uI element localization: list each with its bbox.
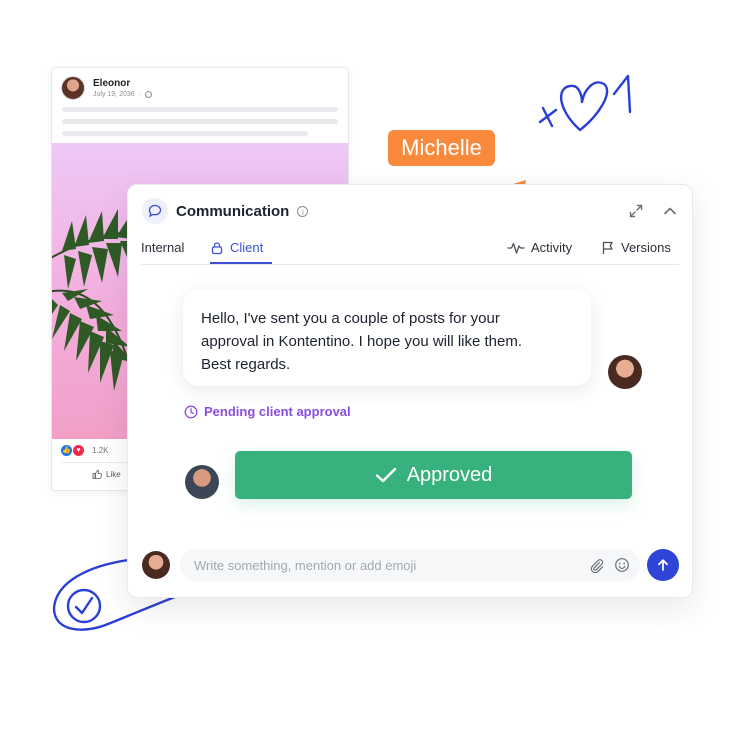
author-avatar bbox=[61, 76, 85, 100]
pending-status-label: Pending client approval bbox=[204, 404, 351, 419]
post-header: Eleonor July 19, 2036 · bbox=[61, 76, 152, 100]
expand-icon[interactable] bbox=[628, 203, 644, 219]
collaborator-name-tag: Michelle bbox=[388, 130, 495, 166]
post-date: July 19, 2036 bbox=[93, 91, 135, 98]
message-bubble: Hello, I've sent you a couple of posts f… bbox=[183, 290, 591, 386]
tab-client-label: Client bbox=[230, 240, 264, 255]
chevron-up-icon[interactable] bbox=[662, 203, 678, 219]
current-user-avatar bbox=[142, 551, 170, 579]
versions-button[interactable]: Versions bbox=[601, 240, 671, 255]
panel-header: Communication i bbox=[142, 198, 309, 224]
like-reaction-icon: 👍 bbox=[61, 445, 72, 456]
clock-icon bbox=[184, 405, 198, 418]
emoji-icon[interactable] bbox=[614, 557, 630, 573]
panel-window-controls bbox=[628, 203, 678, 219]
message-line: Best regards. bbox=[201, 356, 291, 373]
panel-title: Communication bbox=[176, 202, 290, 220]
approved-button[interactable]: Approved bbox=[235, 451, 632, 499]
message-line: approval in Kontentino. I hope you will … bbox=[201, 333, 523, 350]
approved-button-label: Approved bbox=[406, 463, 493, 486]
activity-label: Activity bbox=[531, 240, 573, 255]
activity-icon bbox=[507, 242, 525, 254]
check-icon bbox=[375, 467, 396, 483]
post-author-name: Eleonor bbox=[93, 78, 131, 89]
text-placeholder-line bbox=[62, 107, 338, 112]
paperclip-icon[interactable] bbox=[589, 558, 604, 573]
message-composer bbox=[180, 549, 640, 581]
tab-client[interactable]: Client bbox=[210, 240, 263, 255]
arrow-up-icon bbox=[658, 559, 668, 571]
love-reaction-icon: ♥ bbox=[73, 445, 84, 456]
reactions-count: 1.2K bbox=[92, 446, 109, 455]
text-placeholder-line bbox=[62, 119, 338, 124]
like-label: Like bbox=[106, 469, 121, 479]
heart-scribble-doodle bbox=[538, 74, 632, 132]
post-date-row: July 19, 2036 · bbox=[93, 91, 152, 98]
pending-status: Pending client approval bbox=[184, 404, 351, 419]
tab-internal[interactable]: Internal bbox=[141, 240, 184, 255]
communication-panel: Communication i Internal Client Activity… bbox=[127, 184, 693, 598]
message-input[interactable] bbox=[192, 556, 579, 574]
message-line: Hello, I've sent you a couple of posts f… bbox=[201, 310, 500, 327]
lock-icon bbox=[211, 241, 223, 254]
client-avatar bbox=[185, 465, 219, 499]
versions-label: Versions bbox=[621, 240, 671, 255]
thumbs-up-icon bbox=[92, 469, 102, 479]
info-icon[interactable]: i bbox=[297, 205, 309, 217]
globe-icon bbox=[145, 91, 152, 98]
date-separator: · bbox=[138, 91, 141, 98]
active-tab-indicator bbox=[210, 262, 272, 264]
flag-icon bbox=[602, 241, 613, 254]
sender-avatar bbox=[608, 355, 642, 389]
like-button[interactable]: Like bbox=[92, 469, 121, 479]
tab-bar: Internal Client Activity Versions bbox=[141, 235, 679, 265]
tab-internal-label: Internal bbox=[141, 240, 185, 255]
send-button[interactable] bbox=[647, 549, 679, 581]
activity-button[interactable]: Activity bbox=[507, 240, 572, 255]
reactions-row: 👍 ♥ 1.2K bbox=[61, 445, 108, 456]
text-placeholder-line bbox=[62, 131, 308, 136]
chat-bubble-icon bbox=[142, 198, 168, 224]
